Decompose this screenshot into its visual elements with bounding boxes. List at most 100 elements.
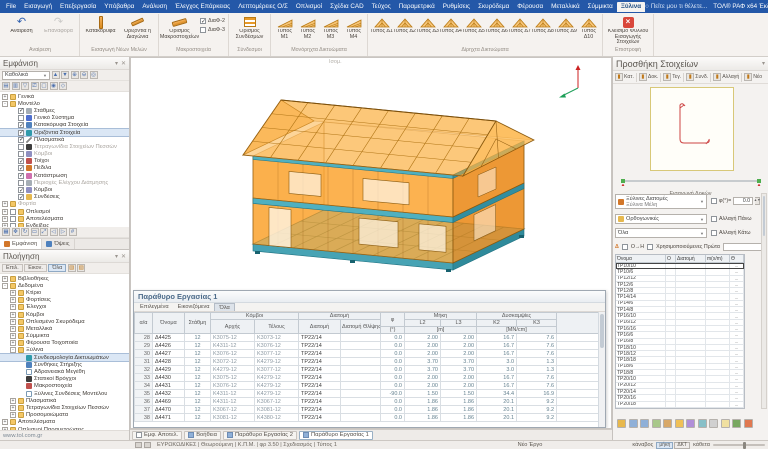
more-button[interactable]: ... [730, 357, 744, 362]
tree-item[interactable]: Αδρανειακά Μεγέθη [0, 368, 129, 375]
nav-tab-0[interactable]: Επιλ. [2, 264, 23, 272]
zoom-out-icon[interactable]: ⊖ [80, 71, 88, 79]
menu-tab-1[interactable]: Εισαγωγή [20, 2, 56, 12]
tree-item[interactable]: +Κτίριο [0, 289, 129, 296]
doc-icon[interactable] [709, 419, 718, 428]
change-bottom-checkbox[interactable] [711, 230, 717, 236]
cube-icon[interactable]: ◇ [59, 82, 67, 90]
tree-item[interactable]: +Αποτελέσματα [0, 215, 129, 222]
tree-item[interactable]: +Φέρουσα Τοιχοποιία [0, 340, 129, 347]
snap-toggle-icon[interactable] [144, 442, 151, 448]
work-window-tab-2[interactable]: Όλα [214, 303, 234, 311]
tree-item[interactable]: Κόμβοι [0, 151, 129, 158]
table-row[interactable]: 28Δ442512Κ3075-12Κ3073-12ΤΡ22/140.02.002… [135, 334, 600, 342]
expand-icon[interactable]: + [10, 304, 16, 310]
print-icon[interactable]: ⎚ [31, 82, 39, 90]
section-row[interactable]: ΤΡ20/18... [616, 402, 744, 408]
folder-icon[interactable] [675, 419, 684, 428]
select-icon[interactable]: ▦ [2, 228, 10, 236]
tree-item[interactable]: +Γενικά [0, 93, 129, 100]
section-family-combo[interactable]: Ξύλινες ΔιατομέςΞύλινα Μέλη ▼ [615, 194, 707, 209]
spinner-icon[interactable]: ▲▼ [755, 197, 760, 205]
panel-close-icon[interactable]: ✕ [121, 60, 126, 67]
viewport-3d[interactable]: Ισομ. [130, 57, 612, 429]
table-row[interactable]: 34Δ443112Κ3076-12Κ4279-12ΤΡ22/140.02.002… [135, 382, 600, 390]
more-button[interactable]: ... [730, 288, 744, 293]
expand-icon[interactable]: + [2, 276, 8, 282]
grid-button-1[interactable]: ΔΚΤ [674, 442, 690, 449]
checkbox-icon[interactable] [18, 137, 24, 143]
ribbon-checkbox-2-0[interactable]: ΔιαΦ-2 [200, 18, 225, 24]
prev-view-icon[interactable]: ◁ [50, 228, 58, 236]
checkbox-icon[interactable] [10, 209, 16, 215]
menu-tab-7[interactable]: Οπλισμοί [292, 2, 326, 12]
tree-item[interactable]: Γενικό Σύστημα [0, 115, 129, 122]
tree-item[interactable]: +Σύμμικτα [0, 333, 129, 340]
expand-icon[interactable]: + [2, 209, 8, 215]
work-window[interactable]: Παράθυρο Εργασίας 1 ΕπιλεγμέναΕικονιζόμε… [133, 290, 606, 428]
ribbon-button-5-9[interactable]: Τύπος Δ10 [577, 14, 600, 40]
menu-tab-12[interactable]: Σκυρόδεμα [474, 2, 513, 12]
tree-item[interactable]: -Μοντέλο [0, 100, 129, 107]
checkbox-icon[interactable] [18, 165, 24, 171]
expand-icon[interactable]: + [10, 412, 16, 418]
grid-icon[interactable]: # [69, 228, 77, 236]
more-button[interactable]: ... [730, 326, 744, 331]
right-tool-2[interactable]: ▮Τεγ. [663, 73, 681, 81]
table-row[interactable]: 36Δ446912Κ4311-12Κ3067-12ΤΡ22/140.01.861… [135, 398, 600, 406]
panel-menu-icon[interactable]: ▾ [115, 60, 118, 67]
tree-item[interactable]: Τετραγωνίδια Στοιχείων Πεσσών [0, 143, 129, 150]
ribbon-button-2-0[interactable]: Ορισμός Μακροστοιχείων [161, 14, 198, 40]
ribbon-button-4-0[interactable]: Τύπος Μ1 [273, 14, 296, 40]
more-button[interactable]: ... [730, 282, 744, 287]
tree-item[interactable]: Οριζόντια Στοιχεία [0, 129, 129, 136]
phi-input[interactable]: 0.0 [733, 197, 753, 205]
checkbox-icon[interactable] [18, 158, 24, 164]
more-button[interactable]: ... [730, 376, 744, 381]
expand-icon[interactable]: + [2, 216, 8, 222]
checkbox-icon[interactable] [18, 187, 24, 193]
tree-item[interactable]: +Μεταλλικά [0, 325, 129, 332]
tree-item[interactable]: Κατάστρωση [0, 172, 129, 179]
more-button[interactable]: ... [730, 294, 744, 299]
mdi-tab-3[interactable]: Παράθυρο Εργασίας 1 [299, 431, 373, 440]
display-tab-0[interactable]: Εμφάνιση [0, 239, 42, 249]
copy-icon[interactable] [629, 419, 638, 428]
tree-item[interactable]: +Οπλισμοί [0, 208, 129, 215]
tree-item[interactable]: Ξύλινες Συνδέσεις Μοντέλου [0, 390, 129, 397]
ribbon-button-5-0[interactable]: Τύπος Δ1 [370, 14, 393, 35]
grid-button-0[interactable]: μήκη [656, 442, 673, 449]
ribbon-button-3-0[interactable]: Ορισμός Συνδέσμων [231, 14, 268, 40]
ribbon-button-5-8[interactable]: Τύπος Δ9 [554, 14, 577, 35]
tree-item[interactable]: Κόμβοι [0, 186, 129, 193]
expand-icon[interactable]: + [10, 319, 16, 325]
zoom-fit-icon[interactable]: ⤢ [40, 228, 48, 236]
tree-item[interactable]: Πέδιλα [0, 165, 129, 172]
ribbon-button-1-1[interactable]: Οριζόντια ή Διαγώνια [119, 14, 156, 40]
photo-icon[interactable] [732, 419, 741, 428]
slider-thumb[interactable] [743, 442, 746, 449]
ribbon-button-4-2[interactable]: Τύπος Μ3 [319, 14, 342, 40]
more-button[interactable]: ... [730, 320, 744, 325]
zoom-slider[interactable] [713, 444, 765, 446]
more-button[interactable]: ... [730, 389, 744, 394]
checkbox-icon[interactable] [18, 194, 24, 200]
menu-tab-4[interactable]: Ανάλυση [138, 2, 171, 12]
expand-icon[interactable]: + [10, 398, 16, 404]
expand-icon[interactable]: + [10, 312, 16, 318]
zoom-in-icon[interactable]: ⊕ [71, 71, 79, 79]
oh-checkbox[interactable] [622, 244, 628, 250]
expand-icon[interactable]: + [10, 333, 16, 339]
ribbon-button-5-6[interactable]: Τύπος Δ7 [508, 14, 531, 35]
checkbox-icon[interactable] [18, 115, 24, 121]
table-row[interactable]: 33Δ443012Κ3075-12Κ4279-12ΤΡ22/140.02.002… [135, 374, 600, 382]
table-row[interactable]: 32Δ442912Κ4279-12Κ3077-12ΤΡ22/140.03.703… [135, 366, 600, 374]
rotate-icon[interactable]: ↻ [21, 228, 29, 236]
tree-item[interactable]: +Βιβλιοθήκες [0, 275, 129, 282]
expand-icon[interactable]: + [10, 290, 16, 296]
layers-add-icon[interactable]: ▥ [12, 82, 20, 90]
layers-icon[interactable]: ▤ [2, 82, 10, 90]
right-tool-5[interactable]: ▮Νέο [744, 73, 762, 81]
display-scope-combo[interactable]: Καθολικά▼ [2, 71, 50, 80]
tree-item[interactable]: -Ξύλινα [0, 347, 129, 354]
